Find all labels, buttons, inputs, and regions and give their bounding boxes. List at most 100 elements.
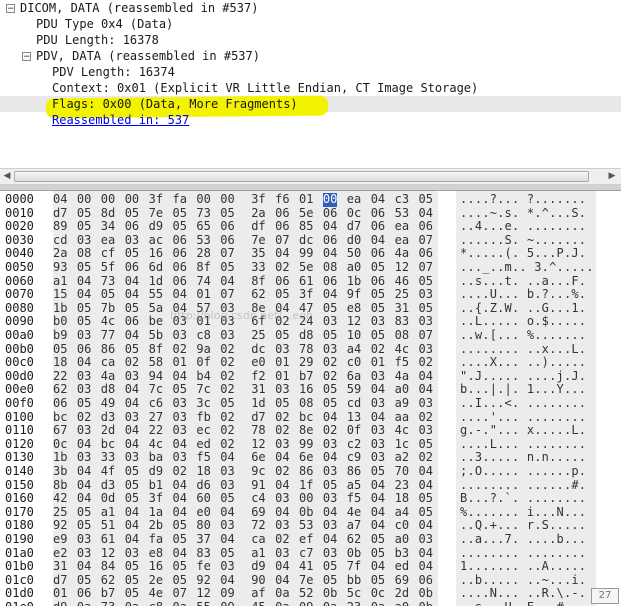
hex-byte[interactable]: 5f bbox=[101, 260, 115, 275]
hex-byte[interactable]: 03 bbox=[419, 342, 433, 357]
hex-byte[interactable]: 04 bbox=[220, 274, 234, 289]
hex-row[interactable]: 0130 1b 03 33 03 ba 03 f5 04 6e 04 6e 04 c9 03 a2 02 ..3.… bbox=[0, 451, 621, 465]
hex-byte[interactable]: 07 bbox=[419, 328, 433, 343]
hex-byte[interactable]: 01 bbox=[275, 369, 289, 384]
hex-byte[interactable]: 99 bbox=[299, 437, 313, 452]
hex-byte[interactable]: 04 bbox=[275, 505, 289, 520]
hex-byte[interactable]: 05 bbox=[77, 396, 91, 411]
hex-row[interactable]: 0150 8b 04 d3 05 b1 04 d6 03 91 04 1f 05 a5 04 23 04....… bbox=[0, 478, 621, 493]
hex-byte[interactable]: 78 bbox=[251, 424, 265, 438]
hex-byte[interactable]: 05 bbox=[323, 383, 337, 397]
hex-byte[interactable]: f6 bbox=[275, 192, 289, 207]
hex-byte[interactable]: 72 bbox=[251, 519, 265, 533]
tree-row-pdu-length[interactable]: PDU Length: 16378 bbox=[36, 32, 159, 48]
ascii-dump[interactable]: b...|.|. 1...Y... bbox=[460, 383, 586, 397]
hex-byte[interactable]: 08 bbox=[395, 328, 409, 343]
hex-byte[interactable]: 05 bbox=[125, 492, 139, 506]
hex-byte[interactable]: 85 bbox=[299, 220, 313, 234]
hex-byte[interactable]: c9 bbox=[347, 451, 361, 465]
hex-byte[interactable]: 04 bbox=[173, 546, 187, 561]
hex-byte[interactable]: d0 bbox=[347, 233, 361, 248]
hex-byte[interactable]: 05 bbox=[173, 532, 187, 547]
ascii-dump[interactable]: ..{.Z.W. ..G...1. bbox=[460, 301, 586, 316]
hex-byte[interactable]: c7 bbox=[299, 546, 313, 561]
hex-byte[interactable]: bc bbox=[101, 437, 115, 452]
hex-byte[interactable]: 5b bbox=[149, 328, 163, 343]
ascii-dump[interactable]: ..s...t. ..a...F. bbox=[460, 274, 586, 289]
hex-byte[interactable]: 05 bbox=[125, 478, 139, 493]
hex-byte[interactable]: 04 bbox=[419, 464, 433, 479]
hex-byte[interactable]: 05 bbox=[173, 206, 187, 221]
hex-byte[interactable]: b9 bbox=[53, 328, 67, 343]
hex-byte[interactable]: 2b bbox=[149, 519, 163, 533]
hex-byte[interactable]: 05 bbox=[323, 396, 337, 411]
hex-byte[interactable]: 0c bbox=[371, 587, 385, 601]
hex-byte[interactable]: 06 bbox=[125, 220, 139, 234]
hex-byte[interactable]: 04 bbox=[371, 192, 385, 207]
hex-byte[interactable]: 2e bbox=[149, 573, 163, 588]
hex-byte[interactable]: 04 bbox=[125, 424, 139, 438]
hex-byte[interactable]: 06 bbox=[125, 315, 139, 329]
hex-row[interactable]: 01c0 d7 05 62 05 2e 05 92 04 90 04 7e 05 bb 05 69 06 ..b.… bbox=[0, 573, 621, 588]
hex-byte[interactable]: 02 bbox=[173, 464, 187, 479]
hex-byte[interactable]: 04 bbox=[275, 573, 289, 588]
hex-byte[interactable]: 04 bbox=[323, 288, 337, 302]
hex-byte[interactable]: 94 bbox=[149, 369, 163, 384]
hex-byte[interactable]: 05 bbox=[53, 342, 67, 357]
hex-byte[interactable]: 05 bbox=[371, 301, 385, 316]
hex-byte[interactable]: 05 bbox=[125, 560, 139, 574]
hex-byte[interactable]: bb bbox=[347, 573, 361, 588]
hex-byte[interactable]: 5e bbox=[299, 206, 313, 221]
hex-byte[interactable]: 0f bbox=[196, 356, 210, 370]
scroll-right-icon[interactable]: ▶ bbox=[606, 171, 618, 182]
hex-byte[interactable]: 0b bbox=[419, 600, 433, 606]
hex-byte[interactable]: 9f bbox=[347, 288, 361, 302]
collapse-toggle-icon[interactable]: − bbox=[22, 52, 31, 62]
hex-byte[interactable]: ed bbox=[395, 560, 409, 574]
hex-byte[interactable]: 05 bbox=[371, 288, 385, 302]
hex-row[interactable]: 01b0 31 04 84 05 16 05 fe 03 d9 04 41 05 7f 04 ed 04 1...… bbox=[0, 560, 621, 574]
hex-byte[interactable]: 04 bbox=[77, 356, 91, 370]
ascii-dump[interactable]: ....N... ..R.\.-. bbox=[460, 587, 586, 601]
ascii-dump[interactable]: ..I...<. ........ bbox=[460, 396, 586, 411]
hex-byte[interactable]: 9a bbox=[196, 342, 210, 357]
hex-byte[interactable]: 05 bbox=[419, 505, 433, 520]
hex-byte[interactable]: 04 bbox=[371, 233, 385, 248]
hex-byte[interactable]: 03 bbox=[125, 546, 139, 561]
hex-byte[interactable]: 03 bbox=[275, 492, 289, 506]
hex-byte[interactable]: 02 bbox=[220, 342, 234, 357]
hex-row[interactable]: 0020 89 05 34 06 d9 05 65 06 df 06 85 04 d7 06 ea 06 ..4.… bbox=[0, 220, 621, 234]
hex-byte[interactable]: 86 bbox=[101, 342, 115, 357]
hex-byte[interactable]: a7 bbox=[347, 519, 361, 533]
hex-byte[interactable]: 03 bbox=[419, 424, 433, 438]
hex-byte[interactable]: 04 bbox=[173, 288, 187, 302]
hex-byte[interactable]: 02 bbox=[275, 410, 289, 425]
hex-byte[interactable]: a0 bbox=[395, 383, 409, 397]
hex-byte[interactable]: 01 bbox=[53, 587, 67, 601]
scrollbar-thumb[interactable] bbox=[14, 171, 589, 182]
hex-byte[interactable]: 05 bbox=[371, 328, 385, 343]
hex-byte[interactable]: 4e bbox=[347, 505, 361, 520]
hex-byte[interactable]: 04 bbox=[371, 410, 385, 425]
hex-byte[interactable]: ed bbox=[196, 437, 210, 452]
hex-byte[interactable]: 04 bbox=[125, 437, 139, 452]
hex-byte[interactable]: ef bbox=[299, 532, 313, 547]
hex-byte[interactable]: b7 bbox=[101, 587, 115, 601]
hex-byte[interactable]: 4a bbox=[395, 369, 409, 384]
hex-byte[interactable]: 03 bbox=[220, 328, 234, 343]
hex-byte[interactable]: 0a bbox=[125, 600, 139, 606]
hex-byte[interactable]: 16 bbox=[299, 383, 313, 397]
hex-byte[interactable]: 04 bbox=[53, 192, 67, 207]
hex-byte[interactable]: e9 bbox=[53, 532, 67, 547]
hex-byte[interactable]: 06 bbox=[275, 274, 289, 289]
hex-byte[interactable]: 04 bbox=[220, 505, 234, 520]
hex-byte[interactable]: 77 bbox=[101, 328, 115, 343]
hex-byte[interactable]: 7c bbox=[149, 383, 163, 397]
hex-byte[interactable]: 7e bbox=[149, 206, 163, 221]
hex-byte[interactable]: 04 bbox=[173, 369, 187, 384]
hex-byte[interactable]: 06 bbox=[371, 247, 385, 261]
hex-byte[interactable]: 03 bbox=[275, 519, 289, 533]
hex-byte[interactable]: 04 bbox=[173, 492, 187, 506]
hex-byte[interactable]: 05 bbox=[323, 301, 337, 316]
hex-byte[interactable]: 04 bbox=[419, 478, 433, 493]
